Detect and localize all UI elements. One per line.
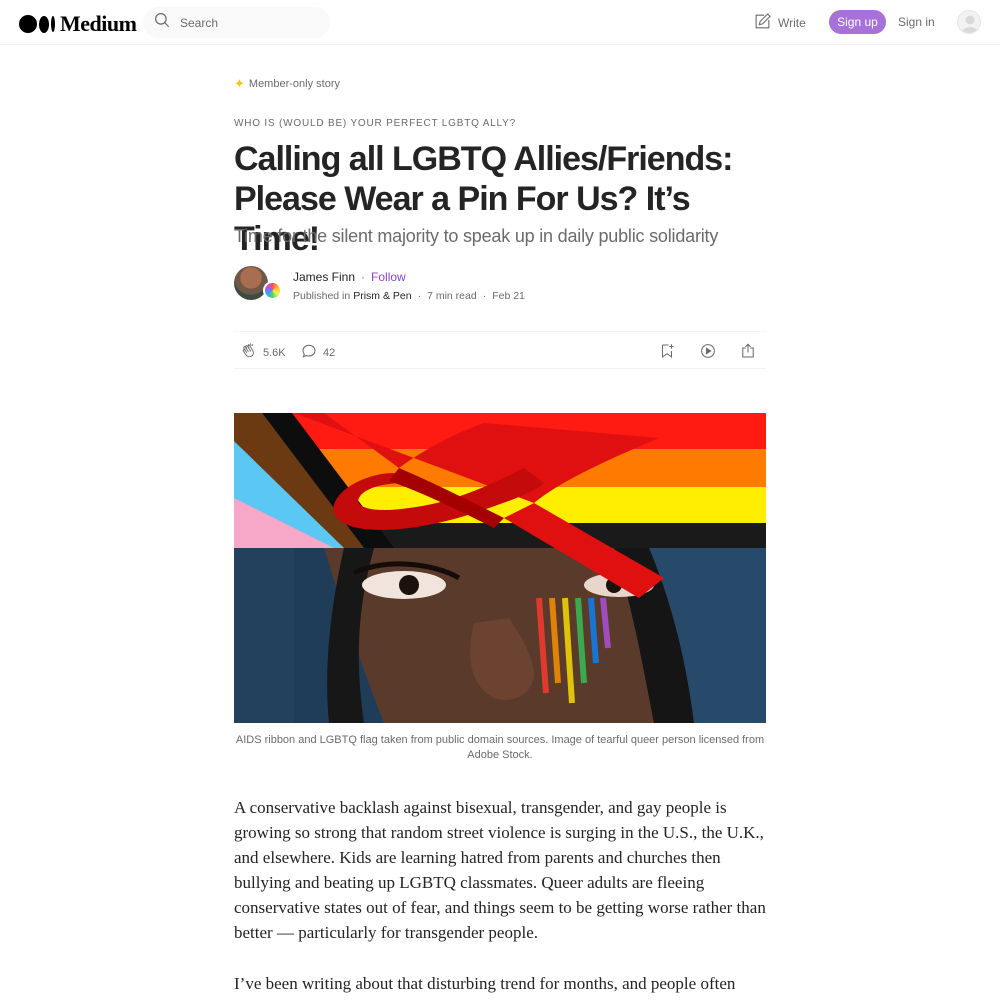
search-input[interactable] (180, 15, 320, 30)
article-hero-image (234, 413, 766, 723)
write-button[interactable]: Write (753, 12, 806, 34)
top-navbar: Medium Write Sign up Sign in (0, 0, 1000, 45)
article-subtitle: Time for the silent majority to speak up… (234, 226, 719, 246)
response-count: 42 (323, 346, 336, 359)
bookmark-button[interactable] (658, 342, 676, 363)
author-avatar[interactable] (234, 266, 268, 300)
author-name[interactable]: James Finn (293, 270, 355, 284)
write-icon (753, 12, 772, 34)
paragraph: I’ve been writing about that disturbing … (234, 974, 736, 993)
article-meta: Published in Prism & Pen · 7 min read · … (293, 290, 525, 302)
publication-link[interactable]: Prism & Pen (353, 290, 411, 302)
user-avatar-icon[interactable] (957, 10, 981, 34)
comment-icon (300, 342, 318, 363)
member-only-text: Member-only story (248, 77, 340, 90)
publish-date: Feb 21 (492, 290, 525, 302)
responses-button[interactable]: 42 (300, 342, 335, 363)
clap-count: 5.6K (263, 346, 286, 359)
star-icon: ✦ (234, 76, 245, 91)
member-only-label: ✦ Member-only story (234, 77, 766, 90)
signin-link[interactable]: Sign in (898, 15, 935, 29)
share-button[interactable] (739, 342, 757, 363)
listen-icon (699, 342, 717, 363)
logo-text: Medium (60, 11, 137, 36)
write-label: Write (778, 16, 806, 30)
search-bar[interactable] (143, 7, 330, 38)
read-time: 7 min read (427, 290, 477, 302)
author-line: James Finn · Follow (293, 270, 406, 284)
medium-logo-mark (19, 15, 55, 33)
clap-button[interactable]: 5.6K (240, 342, 286, 363)
share-icon (739, 342, 757, 363)
clap-icon (240, 342, 258, 363)
signup-button[interactable]: Sign up (829, 10, 886, 34)
byline: James Finn · Follow Published in Prism &… (234, 266, 766, 306)
separator-dot: · (482, 290, 487, 302)
search-icon (153, 11, 171, 34)
separator-dot: · (417, 290, 422, 302)
published-in-label: Published in (293, 290, 351, 302)
article-kicker: WHO IS (WOULD BE) YOUR PERFECT LGBTQ ALL… (234, 118, 516, 129)
follow-button[interactable]: Follow (371, 270, 406, 284)
publication-avatar[interactable] (263, 281, 282, 300)
medium-logo[interactable]: Medium (19, 11, 137, 37)
listen-button[interactable] (699, 342, 717, 363)
image-caption: AIDS ribbon and LGBTQ flag taken from pu… (235, 734, 765, 761)
article-body: A conservative backlash against bisexual… (234, 795, 766, 1000)
article-actions-bar: 5.6K 42 (234, 331, 766, 369)
paragraph: A conservative backlash against bisexual… (234, 798, 766, 942)
bookmark-icon (658, 342, 676, 363)
separator-dot: · (361, 270, 366, 284)
